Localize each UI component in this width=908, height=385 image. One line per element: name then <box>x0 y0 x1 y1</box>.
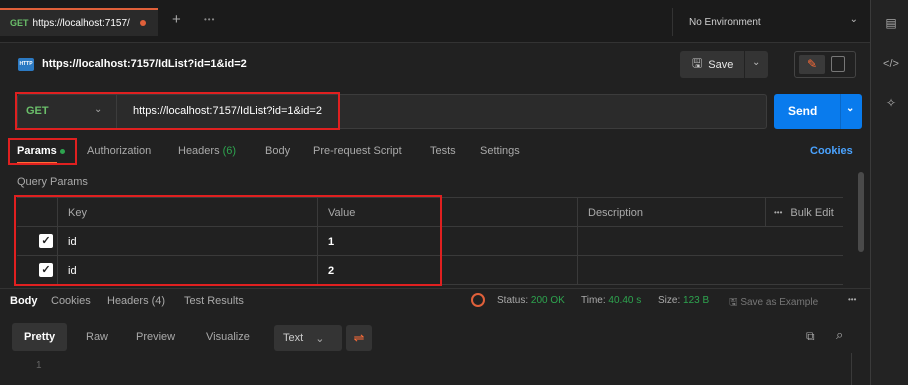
save-icon: 🖫 <box>692 56 703 70</box>
time-label: Time: <box>581 295 606 306</box>
time-value: 40.40 s <box>608 295 642 306</box>
param-description-input[interactable] <box>577 227 843 256</box>
param-description-input[interactable] <box>577 256 843 285</box>
editor-divider <box>851 353 852 385</box>
save-options-chevron-icon[interactable]: ⌄ <box>752 57 760 68</box>
tab-headers-label: Headers <box>178 145 220 157</box>
table-highlight-box <box>14 195 442 286</box>
globe-icon[interactable] <box>471 293 485 307</box>
query-params-title: Query Params <box>17 176 88 188</box>
chevron-down-icon: ⌄ <box>849 14 858 25</box>
response-tab-cookies[interactable]: Cookies <box>51 295 91 307</box>
params-highlight-box <box>8 138 77 165</box>
save-split-divider <box>744 51 745 78</box>
send-button[interactable]: Send ⌄ <box>774 94 862 129</box>
send-split-divider <box>840 94 841 129</box>
request-tab[interactable]: GET https://localhost:7157/ <box>0 8 158 36</box>
new-tab-button[interactable]: + <box>172 11 181 28</box>
save-as-example-button[interactable]: 🖫 Save as Example <box>729 295 818 312</box>
response-more-button[interactable]: ••• <box>848 295 856 304</box>
column-description: Description <box>577 198 765 227</box>
tab-headers[interactable]: Headers (6) <box>178 145 236 157</box>
right-sidebar: ▤ </> ✧ <box>870 0 908 385</box>
tab-bar: GET https://localhost:7157/ + ••• No Env… <box>0 0 870 43</box>
format-raw[interactable]: Raw <box>74 323 120 351</box>
request-tabs: Params Authorization Headers (6) Body Pr… <box>0 140 870 164</box>
documentation-icon[interactable] <box>831 56 845 72</box>
unsaved-dot-icon <box>139 20 146 26</box>
tab-authorization[interactable]: Authorization <box>87 145 151 157</box>
request-header: HTTP https://localhost:7157/IdList?id=1&… <box>18 52 518 76</box>
bulk-edit-button[interactable]: Bulk Edit <box>790 207 833 219</box>
format-preview[interactable]: Preview <box>124 323 187 351</box>
params-scrollbar[interactable] <box>858 172 864 252</box>
tab-tests[interactable]: Tests <box>430 145 456 157</box>
response-bar: Body Cookies Headers (4) Test Results St… <box>0 288 870 312</box>
column-options-button[interactable]: ••• <box>774 208 782 217</box>
postman-window: GET https://localhost:7157/ + ••• No Env… <box>0 0 908 385</box>
response-size: Size: 123 B <box>658 295 709 306</box>
request-name[interactable]: https://localhost:7157/IdList?id=1&id=2 <box>42 58 247 70</box>
tab-settings[interactable]: Settings <box>480 145 520 157</box>
status-value: 200 OK <box>530 295 565 306</box>
environment-selector[interactable]: No Environment ⌄ <box>672 8 870 36</box>
tab-method: GET <box>10 18 29 28</box>
api-docs-icon[interactable]: ▤ <box>883 16 899 32</box>
send-label: Send <box>788 104 818 118</box>
info-bulb-icon[interactable]: ✧ <box>883 96 899 112</box>
save-label: Save <box>708 58 734 71</box>
environment-label: No Environment <box>689 16 761 28</box>
main-panel: GET https://localhost:7157/ + ••• No Env… <box>0 0 870 385</box>
text-type-label: Text <box>283 332 304 344</box>
save-example-icon: 🖫 <box>729 297 738 308</box>
search-icon[interactable]: ⌕ <box>836 327 843 343</box>
wrap-lines-icon[interactable]: ⇌ <box>346 325 372 351</box>
save-example-label: Save as Example <box>740 297 819 308</box>
format-pretty[interactable]: Pretty <box>12 323 68 351</box>
cookies-link[interactable]: Cookies <box>810 145 853 157</box>
mode-toggle: ✎ <box>794 51 856 78</box>
format-bar: Pretty Raw Preview Visualize Text ⌄ ⇌ ⧉ … <box>12 323 862 351</box>
text-type-select[interactable]: Text ⌄ <box>274 325 342 351</box>
response-tab-body[interactable]: Body <box>10 295 38 307</box>
response-tab-test-results[interactable]: Test Results <box>184 295 244 307</box>
tab-pre-request-script[interactable]: Pre-request Script <box>313 145 402 157</box>
response-status: Status: 200 OK <box>497 295 565 306</box>
tab-overflow-button[interactable]: ••• <box>204 15 215 24</box>
format-visualize[interactable]: Visualize <box>194 323 262 351</box>
text-type-chevron-icon: ⌄ <box>315 332 325 345</box>
line-number: 1 <box>36 360 42 371</box>
http-request-icon: HTTP <box>18 57 34 71</box>
response-tab-headers[interactable]: Headers (4) <box>107 295 165 307</box>
tab-body[interactable]: Body <box>265 145 290 157</box>
url-highlight-box <box>15 92 340 130</box>
code-icon[interactable]: </> <box>883 58 899 74</box>
send-options-chevron-icon[interactable]: ⌄ <box>846 103 854 114</box>
tab-url: https://localhost:7157/ <box>32 17 130 29</box>
bulk-edit-area: ••• Bulk Edit <box>765 198 834 227</box>
status-label: Status: <box>497 295 529 306</box>
size-label: Size: <box>658 295 681 306</box>
save-button[interactable]: 🖫 Save ⌄ <box>680 51 768 78</box>
edit-pencil-icon[interactable]: ✎ <box>799 55 825 74</box>
headers-count: (6) <box>222 145 237 157</box>
response-time: Time: 40.40 s <box>581 295 641 306</box>
size-value: 123 B <box>683 295 710 306</box>
copy-icon[interactable]: ⧉ <box>806 329 815 344</box>
